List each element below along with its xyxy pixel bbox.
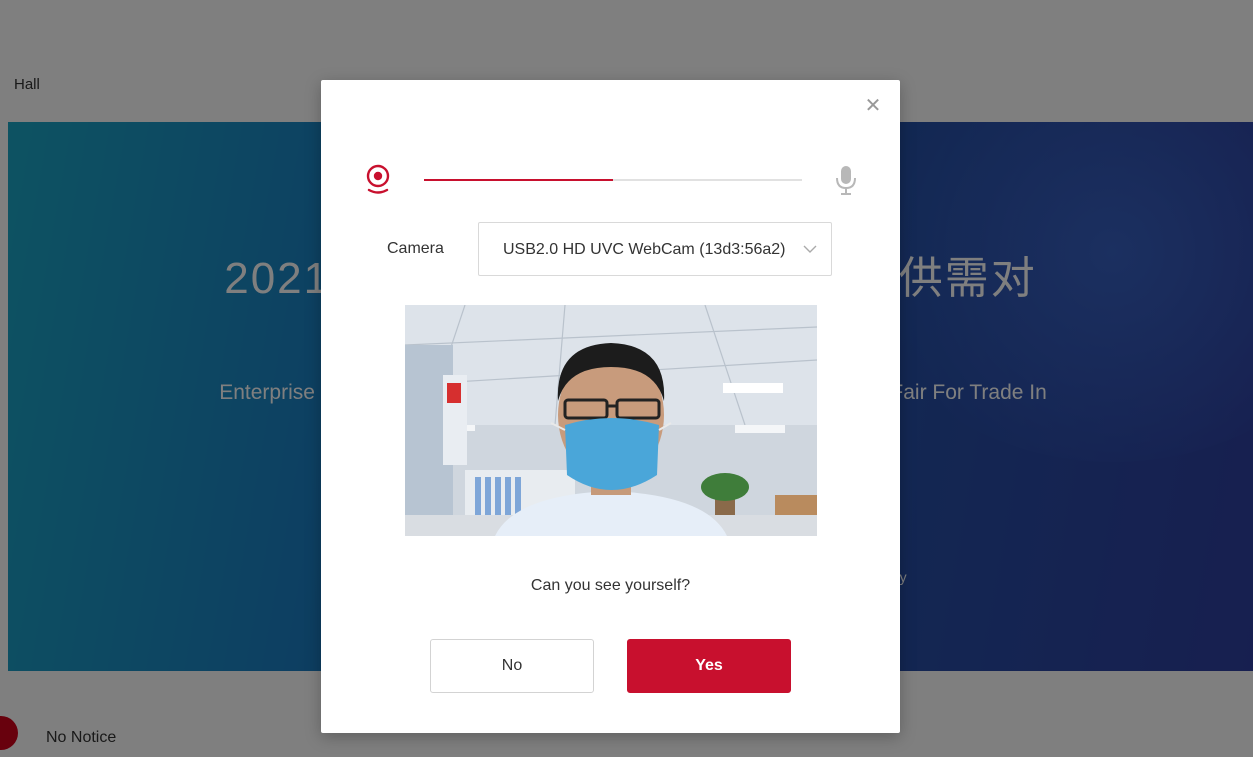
microphone-icon <box>833 164 859 196</box>
yes-button[interactable]: Yes <box>627 639 791 693</box>
close-icon[interactable]: ✕ <box>863 96 883 116</box>
step-progress-fill <box>424 179 613 181</box>
camera-select-value: USB2.0 HD UVC WebCam (13d3:56a2) <box>503 241 786 258</box>
camera-label: Camera <box>387 240 444 257</box>
camera-select[interactable]: USB2.0 HD UVC WebCam (13d3:56a2) <box>478 222 832 276</box>
device-steps <box>365 164 859 196</box>
device-check-dialog: ✕ Camera USB2.0 HD UVC WebCam (13d3:56a2… <box>321 80 900 733</box>
webcam-icon <box>365 164 391 196</box>
camera-preview-image <box>405 305 817 536</box>
preview-question: Can you see yourself? <box>530 577 691 594</box>
step-progress-track <box>424 179 802 181</box>
no-button[interactable]: No <box>430 639 594 693</box>
chevron-down-icon <box>803 245 817 253</box>
camera-preview <box>405 305 817 536</box>
camera-row: Camera USB2.0 HD UVC WebCam (13d3:56a2) <box>387 222 834 278</box>
